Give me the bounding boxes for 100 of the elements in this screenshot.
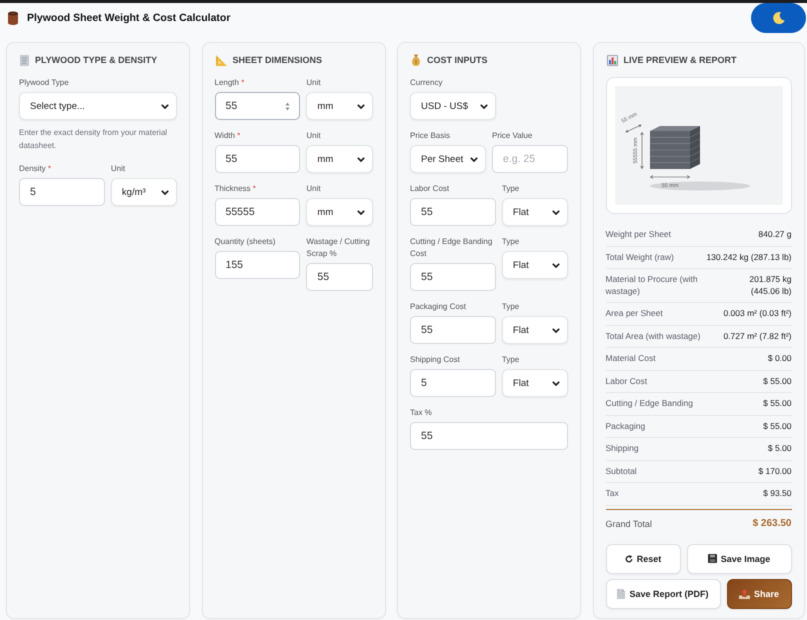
spinner-arrows-icon bbox=[285, 102, 290, 110]
input-field[interactable]: 55 bbox=[410, 316, 496, 344]
grand-total-label: Grand Total bbox=[606, 518, 652, 530]
dropdown[interactable]: Per Sheet bbox=[410, 145, 486, 173]
dropdown[interactable]: mm bbox=[306, 92, 372, 120]
field-label: Cutting / Edge Banding Cost bbox=[410, 236, 494, 260]
field-label: Thickness * bbox=[214, 183, 257, 195]
dropdown[interactable]: Select type... bbox=[19, 92, 177, 120]
dropdown[interactable]: Flat bbox=[502, 369, 568, 397]
wood-log-icon bbox=[8, 11, 18, 25]
input-field[interactable]: 55 bbox=[410, 198, 496, 226]
report-value: $ 0.00 bbox=[768, 353, 792, 364]
dropdown[interactable]: Flat bbox=[502, 251, 568, 279]
dropdown[interactable]: mm bbox=[306, 198, 372, 226]
field-label: Length * bbox=[214, 77, 246, 89]
panel-title: LIVE PREVIEW & REPORT bbox=[624, 55, 737, 65]
input-field[interactable]: 55 bbox=[410, 263, 496, 291]
field-label: Currency bbox=[410, 77, 444, 89]
theme-toggle-button[interactable] bbox=[751, 3, 806, 33]
report-label: Labor Cost bbox=[606, 376, 648, 387]
dropdown[interactable]: USD - US$ bbox=[410, 92, 496, 120]
report-value: $ 55.00 bbox=[763, 398, 792, 410]
field-label: Unit bbox=[306, 183, 322, 195]
report-value: 201.875 kg (445.06 lb) bbox=[748, 274, 792, 297]
bar-chart-icon bbox=[606, 54, 618, 66]
moon-icon bbox=[772, 12, 784, 24]
report-value: $ 55.00 bbox=[763, 376, 792, 387]
report-label: Shipping bbox=[606, 443, 639, 454]
field-label: Density * bbox=[19, 163, 52, 175]
report-value: 0.727 m² (7.82 ft²) bbox=[723, 330, 792, 342]
triangle-ruler-icon bbox=[216, 54, 226, 66]
dimension-arrow bbox=[650, 175, 690, 179]
chevron-down-icon bbox=[552, 328, 560, 332]
field-label: Type bbox=[502, 236, 520, 248]
report-label: Cutting / Edge Banding bbox=[606, 398, 693, 410]
input-field[interactable]: 5 bbox=[410, 369, 496, 397]
input-field[interactable]: 55 bbox=[214, 145, 300, 173]
field-label: Plywood Type bbox=[19, 77, 70, 89]
input-field[interactable]: 55 bbox=[214, 92, 300, 120]
field-label: Type bbox=[502, 183, 520, 195]
money-bag-icon bbox=[411, 54, 421, 66]
app-title: Plywood Sheet Weight & Cost Calculator bbox=[27, 12, 230, 24]
field-label: Width * bbox=[214, 130, 242, 142]
report-label: Weight per Sheet bbox=[606, 229, 672, 240]
input-field[interactable]: 5 bbox=[19, 178, 105, 206]
chevron-down-icon bbox=[552, 210, 560, 214]
field-label: Price Basis bbox=[410, 130, 452, 142]
field-label: Shipping Cost bbox=[410, 354, 461, 366]
field-label: Tax % bbox=[410, 407, 433, 419]
dropdown[interactable]: kg/m³ bbox=[110, 178, 177, 206]
chevron-down-icon bbox=[552, 380, 560, 386]
grand-total-value: $ 263.50 bbox=[752, 518, 792, 530]
save-report-button[interactable]: Save Report (PDF) bbox=[606, 578, 720, 608]
chevron-down-icon bbox=[356, 210, 364, 214]
field-label: Type bbox=[502, 301, 520, 313]
chevron-down-icon bbox=[161, 190, 169, 194]
report-label: Material Cost bbox=[606, 353, 656, 364]
report-value: $ 55.00 bbox=[763, 420, 792, 432]
dropdown[interactable]: mm bbox=[306, 145, 372, 173]
report-value: $ 5.00 bbox=[768, 443, 792, 454]
notepad-icon bbox=[20, 54, 29, 66]
chevron-down-icon bbox=[480, 104, 488, 108]
chevron-down-icon bbox=[161, 104, 169, 108]
field-label: Wastage / Cutting Scrap % bbox=[306, 236, 371, 260]
save-image-button[interactable]: Save Image bbox=[686, 544, 792, 574]
help-text: Enter the exact density from your material datasheet. bbox=[19, 127, 168, 152]
panel-title: PLYWOOD TYPE & DENSITY bbox=[35, 55, 158, 65]
chevron-down-icon bbox=[470, 156, 478, 162]
report-value: 840.27 g bbox=[758, 229, 792, 240]
report-value: $ 93.50 bbox=[763, 488, 792, 500]
report-value: 130.242 kg (287.13 lb) bbox=[706, 252, 792, 263]
report-value: $ 170.00 bbox=[758, 466, 792, 477]
input-field[interactable]: 55 bbox=[410, 422, 568, 450]
field-label: Unit bbox=[110, 163, 126, 175]
reset-button[interactable]: Reset bbox=[606, 544, 680, 574]
plywood-stack-drawing bbox=[650, 126, 700, 169]
report-label: Area per Sheet bbox=[606, 308, 663, 320]
report-label: Total Weight (raw) bbox=[606, 252, 674, 263]
field-label: Unit bbox=[306, 130, 322, 142]
chevron-down-icon bbox=[356, 104, 364, 108]
report-label: Subtotal bbox=[606, 466, 637, 477]
panel-title: SHEET DIMENSIONS bbox=[232, 55, 322, 65]
dropdown[interactable]: Flat bbox=[502, 316, 568, 344]
report-label: Material to Procure (with wastage) bbox=[606, 274, 699, 297]
input-field[interactable]: 55 bbox=[306, 263, 372, 291]
input-field[interactable]: 155 bbox=[214, 251, 300, 279]
document-icon bbox=[617, 588, 626, 598]
input-field[interactable]: 55555 bbox=[214, 198, 300, 226]
panel-title: COST INPUTS bbox=[427, 55, 488, 65]
input-field[interactable]: e.g. 25 bbox=[492, 145, 568, 173]
upload-tray-icon bbox=[738, 588, 750, 598]
share-button[interactable]: Share bbox=[726, 578, 792, 608]
field-label: Unit bbox=[306, 77, 322, 89]
report-value: 0.003 m² (0.03 ft²) bbox=[723, 308, 792, 320]
dropdown[interactable]: Flat bbox=[502, 198, 568, 226]
chevron-down-icon bbox=[552, 262, 560, 268]
report-label: Packaging bbox=[606, 420, 646, 432]
circular-arrow-icon bbox=[624, 554, 633, 562]
field-label: Price Value bbox=[492, 130, 534, 142]
report-label: Total Area (with wastage) bbox=[606, 330, 700, 342]
